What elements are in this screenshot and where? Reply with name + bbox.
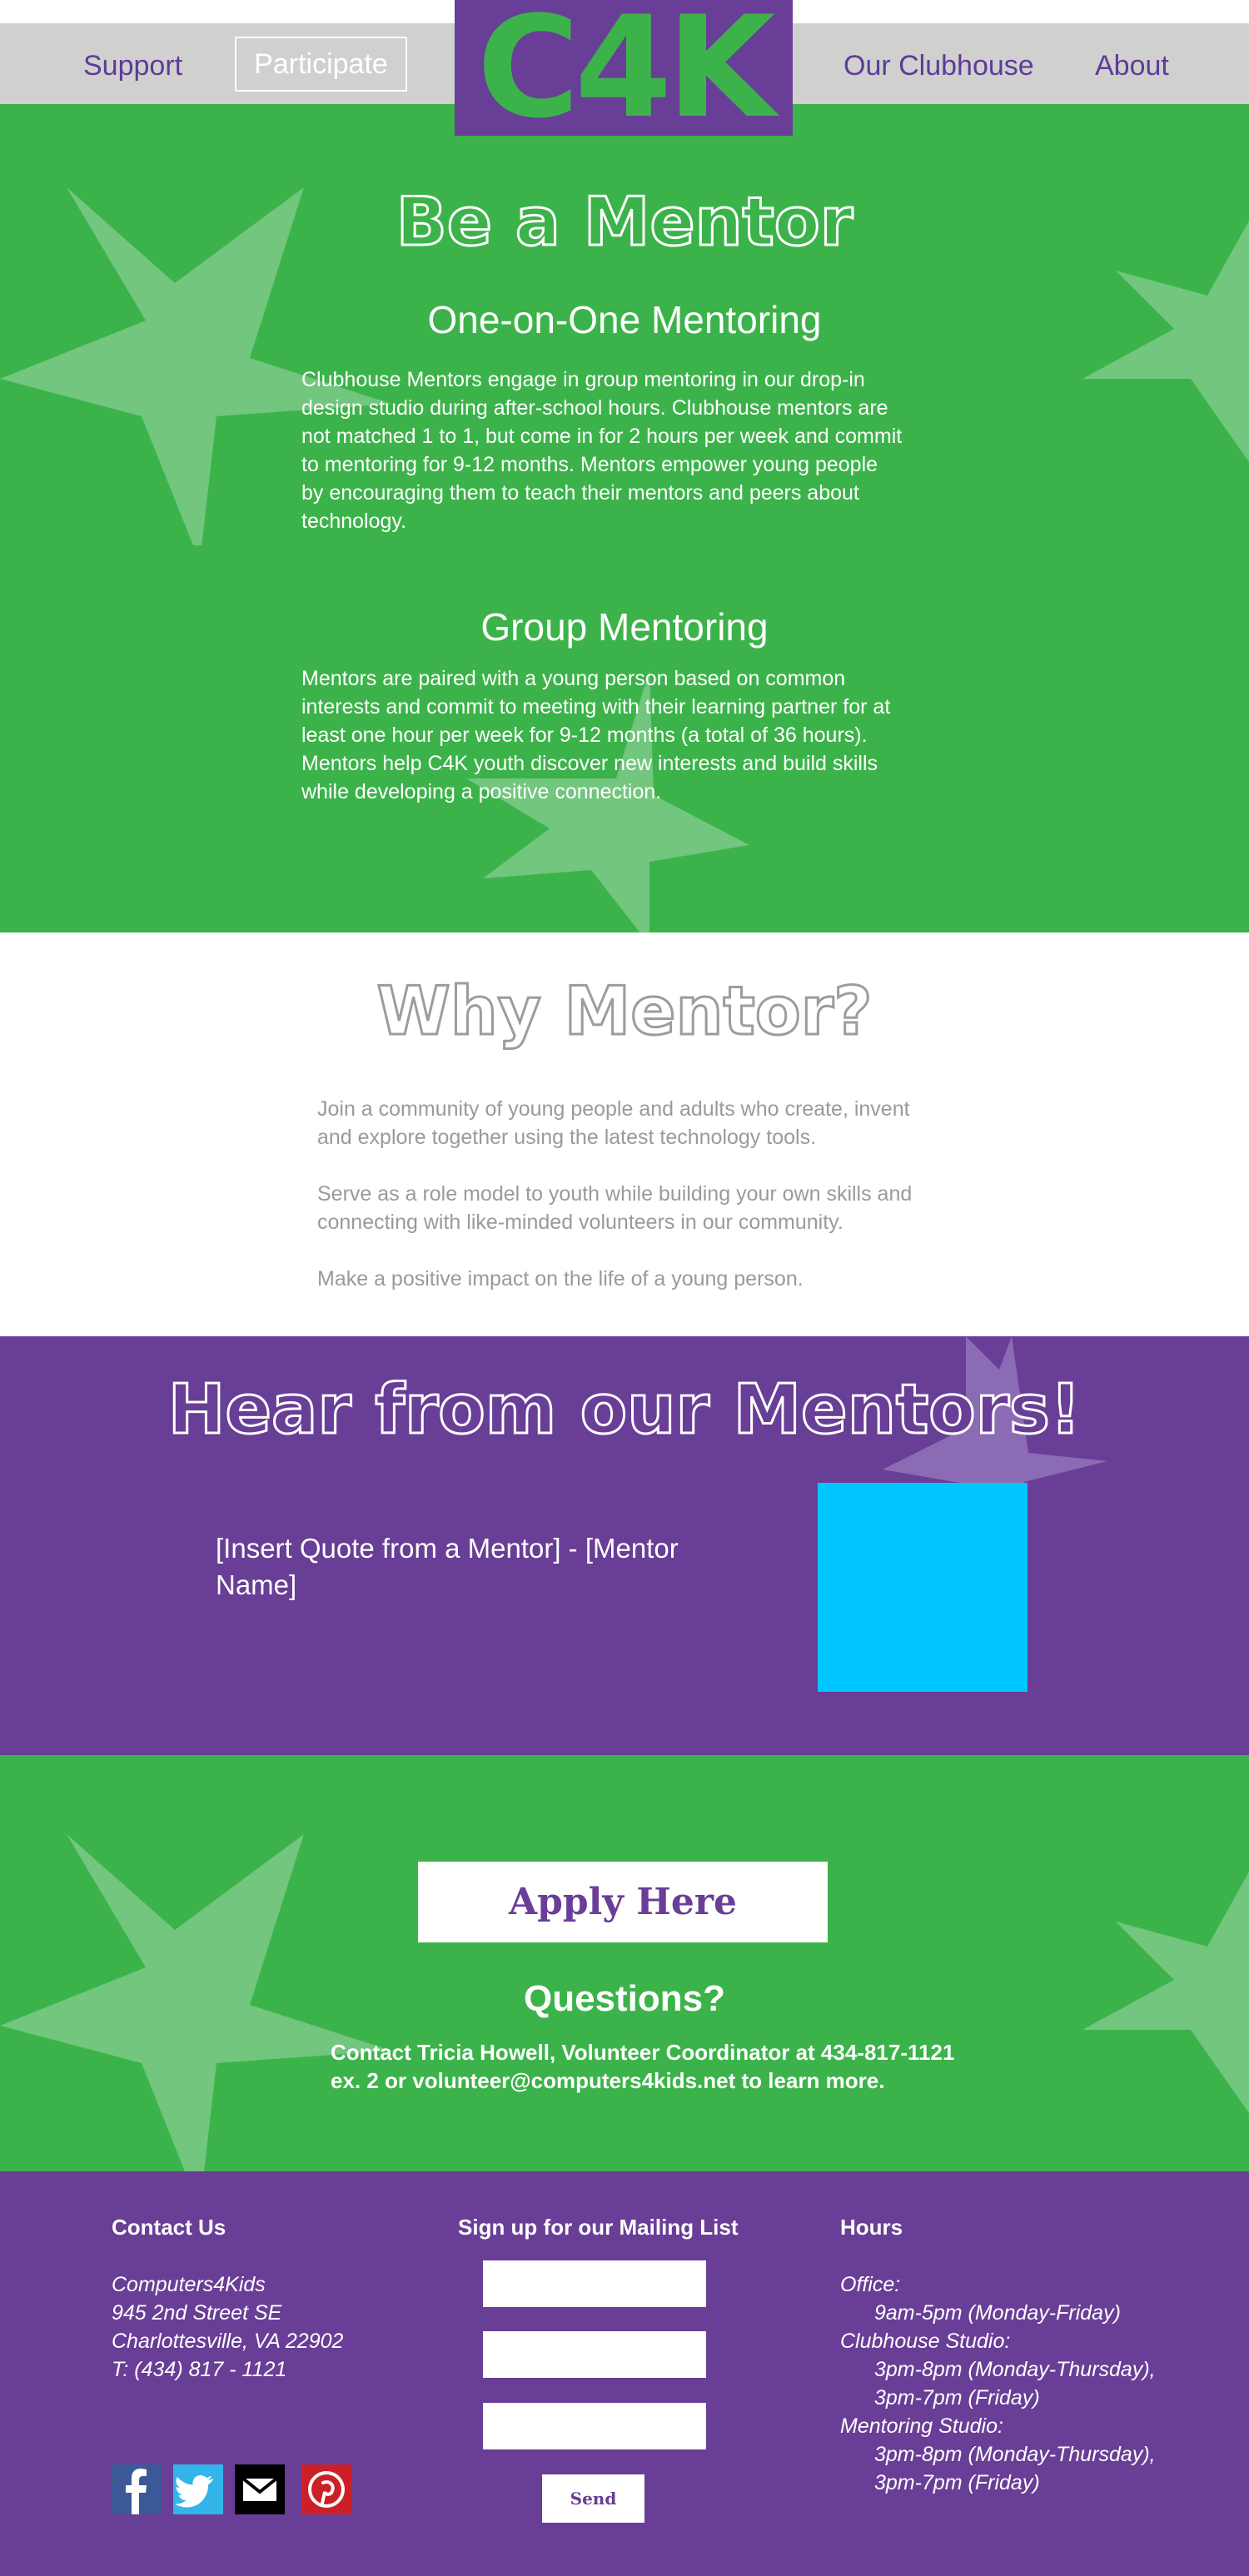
nav-about-link[interactable]: About xyxy=(1095,47,1169,85)
hours-line: 9am-5pm (Monday-Friday) xyxy=(874,2301,1121,2325)
hours-label: Mentoring Studio: xyxy=(840,2414,1003,2438)
paragraph-line: connecting with like-minded volunteers i… xyxy=(317,1211,843,1234)
mailing-list-heading: Sign up for our Mailing List xyxy=(458,2215,739,2240)
facebook-icon[interactable] xyxy=(112,2464,162,2514)
pinterest-icon[interactable] xyxy=(301,2464,351,2514)
paragraph-line: design studio during after-school hours.… xyxy=(301,396,888,420)
nav-our-clubhouse-link[interactable]: Our Clubhouse xyxy=(843,47,1034,85)
contact-line: ex. 2 or volunteer@computers4kids.net to… xyxy=(331,2068,885,2093)
address-line: 945 2nd Street SE xyxy=(112,2301,282,2325)
quote-line: Name] xyxy=(216,1569,297,1600)
why-mentor-title: Why Mentor? xyxy=(376,972,873,1052)
one-on-one-heading: One-on-One Mentoring xyxy=(427,298,822,341)
why-paragraph: Join a community of young people and adu… xyxy=(317,1095,967,1151)
paragraph-line: by encouraging them to teach their mento… xyxy=(301,481,859,505)
phone-line: T: (434) 817 - 1121 xyxy=(112,2358,287,2381)
be-a-mentor-title: Be a Mentor xyxy=(395,182,853,262)
paragraph-line: technology. xyxy=(301,510,407,533)
paragraph-line: Mentors are paired with a young person b… xyxy=(301,667,846,690)
twitter-icon[interactable] xyxy=(173,2464,223,2514)
paragraph-line: Serve as a role model to youth while bui… xyxy=(317,1182,913,1206)
address-line: Charlottesville, VA 22902 xyxy=(112,2330,344,2353)
paragraph-line: to mentoring for 9-12 months. Mentors em… xyxy=(301,453,878,476)
mailing-email-input[interactable] xyxy=(483,2331,706,2378)
decorative-star xyxy=(1082,221,1249,462)
why-paragraph: Make a positive impact on the life of a … xyxy=(317,1265,967,1293)
one-on-one-paragraph: Clubhouse Mentors engage in group mentor… xyxy=(301,366,968,535)
paragraph-line: Mentors help C4K youth discover new inte… xyxy=(301,752,878,775)
paragraph-line: and explore together using the latest te… xyxy=(317,1126,817,1149)
nav-support-link[interactable]: Support xyxy=(83,47,182,85)
hours-line: 3pm-8pm (Monday-Thursday), xyxy=(874,2358,1156,2381)
group-mentoring-heading: Group Mentoring xyxy=(480,605,769,649)
mailing-name-input[interactable] xyxy=(483,2260,706,2307)
paragraph-line: while developing a positive connection. xyxy=(301,780,662,803)
decorative-star xyxy=(1082,1872,1249,2113)
mentor-photo-placeholder xyxy=(818,1483,1028,1692)
group-mentoring-paragraph: Mentors are paired with a young person b… xyxy=(301,664,968,806)
paragraph-line: least one hour per week for 9-12 months … xyxy=(301,724,868,747)
paragraph-line: Make a positive impact on the life of a … xyxy=(317,1267,804,1290)
paragraph-line: not matched 1 to 1, but come in for 2 ho… xyxy=(301,425,903,448)
address-line: Computers4Kids xyxy=(112,2273,266,2296)
hours-label: Office: xyxy=(840,2273,901,2296)
apply-here-button[interactable]: Apply Here xyxy=(418,1862,828,1942)
c4k-logo[interactable]: C4K xyxy=(455,0,793,136)
apply-section xyxy=(0,1755,1249,2171)
send-button[interactable]: Send xyxy=(542,2474,644,2523)
paragraph-line: Join a community of young people and adu… xyxy=(317,1097,910,1121)
contact-line: Contact Tricia Howell, Volunteer Coordin… xyxy=(331,2040,955,2065)
contact-us-heading: Contact Us xyxy=(112,2215,226,2240)
quote-line: [Insert Quote from a Mentor] - [Mentor xyxy=(216,1533,679,1564)
hours-heading: Hours xyxy=(840,2215,903,2240)
mailing-extra-input[interactable] xyxy=(483,2403,706,2449)
mentor-quote: [Insert Quote from a Mentor] - [Mentor N… xyxy=(216,1530,765,1604)
hours-line: 3pm-7pm (Friday) xyxy=(874,2471,1040,2494)
paragraph-line: Clubhouse Mentors engage in group mentor… xyxy=(301,368,865,391)
email-icon[interactable] xyxy=(235,2464,285,2514)
decorative-star xyxy=(0,1834,391,2171)
hear-from-mentors-title: Hear from our Mentors! xyxy=(167,1370,1082,1451)
paragraph-line: interests and commit to meeting with the… xyxy=(301,695,891,719)
hours-line: 3pm-8pm (Monday-Thursday), xyxy=(874,2443,1156,2466)
hours-label: Clubhouse Studio: xyxy=(840,2330,1011,2353)
questions-heading: Questions? xyxy=(523,1978,726,2019)
nav-participate-link[interactable]: Participate xyxy=(235,37,407,92)
hours-line: 3pm-7pm (Friday) xyxy=(874,2386,1040,2409)
volunteer-contact-text: Contact Tricia Howell, Volunteer Coordin… xyxy=(331,2038,963,2095)
why-paragraph: Serve as a role model to youth while bui… xyxy=(317,1180,967,1236)
